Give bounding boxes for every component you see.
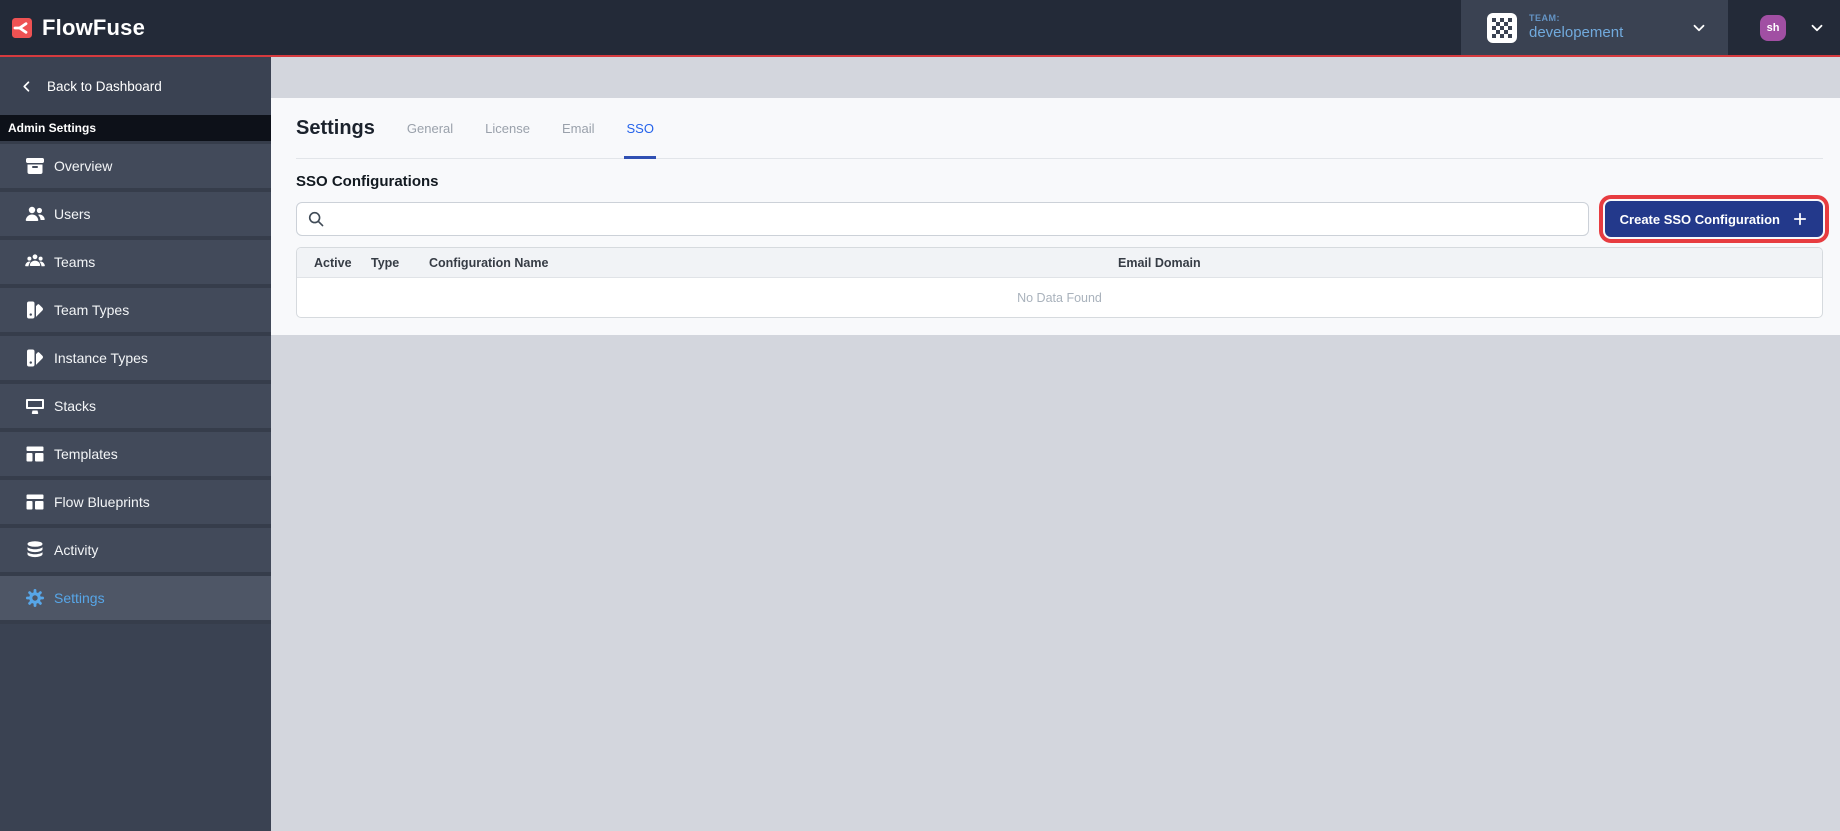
flow-blueprints-icon <box>26 494 44 510</box>
tab-license[interactable]: License <box>485 98 530 158</box>
page-title: Settings <box>296 116 375 139</box>
users-icon <box>25 206 45 221</box>
settings-panel: Settings General License Email SSO SSO C… <box>271 98 1840 335</box>
sidebar-item-instance-types[interactable]: Instance Types <box>0 336 271 384</box>
sidebar-item-settings[interactable]: Settings <box>0 576 271 624</box>
tab-email[interactable]: Email <box>562 98 595 158</box>
sidebar-item-overview[interactable]: Overview <box>0 144 271 192</box>
table-empty-message: No Data Found <box>1017 290 1102 305</box>
sidebar-item-flow-blueprints[interactable]: Flow Blueprints <box>0 480 271 528</box>
team-label: TEAM: <box>1529 12 1560 23</box>
column-configuration-name: Configuration Name <box>429 255 549 270</box>
back-to-dashboard-link[interactable]: Back to Dashboard <box>0 57 271 115</box>
templates-icon <box>26 446 44 462</box>
settings-gear-icon <box>26 589 44 607</box>
team-selector[interactable]: TEAM: developement <box>1461 0 1728 55</box>
overview-icon <box>26 158 44 174</box>
sidebar-item-users[interactable]: Users <box>0 192 271 240</box>
stacks-icon <box>26 399 44 414</box>
column-active: Active <box>314 255 352 270</box>
brand-name: FlowFuse <box>42 14 146 40</box>
sso-configurations-table: Active Type Configuration Name Email Dom… <box>296 247 1823 318</box>
sidebar-item-team-types[interactable]: Team Types <box>0 288 271 336</box>
column-type: Type <box>371 255 400 270</box>
tab-sso[interactable]: SSO <box>624 98 657 159</box>
team-types-icon <box>27 301 43 319</box>
sidebar-nav: Overview Users Teams Team Types Instance… <box>0 141 271 624</box>
team-identicon <box>1487 12 1517 43</box>
page-header: Settings General License Email SSO <box>296 98 1823 159</box>
top-navbar: FlowFuse TEAM: developement sh <box>0 0 1840 57</box>
admin-sidebar: Back to Dashboard Admin Settings Overvie… <box>0 57 271 831</box>
sidebar-item-activity[interactable]: Activity <box>0 528 271 576</box>
search-box <box>296 202 1589 236</box>
chevron-down-icon <box>1693 24 1705 31</box>
create-sso-configuration-button[interactable]: Create SSO Configuration <box>1604 201 1823 237</box>
sidebar-item-teams[interactable]: Teams <box>0 240 271 288</box>
section-title: SSO Configurations <box>296 173 439 190</box>
team-name: developement <box>1529 23 1624 41</box>
instance-types-icon <box>27 349 43 367</box>
sidebar-section-label: Admin Settings <box>0 115 271 141</box>
activity-icon <box>27 541 43 558</box>
sidebar-item-stacks[interactable]: Stacks <box>0 384 271 432</box>
column-email-domain: Email Domain <box>1118 255 1201 270</box>
flowfuse-logo-icon <box>12 17 32 38</box>
brand-link[interactable]: FlowFuse <box>0 0 145 55</box>
sidebar-item-templates[interactable]: Templates <box>0 432 271 480</box>
back-label: Back to Dashboard <box>47 78 162 94</box>
search-icon <box>308 211 324 227</box>
table-controls: Create SSO Configuration <box>296 201 1823 237</box>
search-input[interactable] <box>333 211 1578 227</box>
teams-icon <box>25 254 45 267</box>
chevron-down-icon <box>1811 24 1823 31</box>
chevron-left-icon <box>23 80 30 92</box>
table-header-row: Active Type Configuration Name Email Dom… <box>297 248 1822 278</box>
avatar: sh <box>1760 14 1786 41</box>
user-menu[interactable]: sh <box>1728 0 1840 55</box>
plus-icon <box>1793 212 1807 226</box>
tab-general[interactable]: General <box>407 98 453 158</box>
main-area: Settings General License Email SSO SSO C… <box>271 57 1840 831</box>
